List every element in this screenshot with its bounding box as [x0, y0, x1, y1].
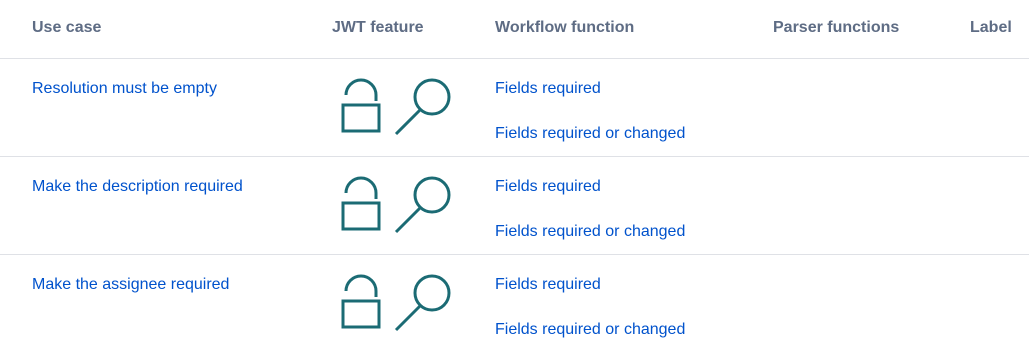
table-row: Make the assignee required Fields requir…: [0, 255, 1029, 352]
use-case-table: Use case JWT feature Workflow function P…: [0, 0, 1029, 352]
search-icon: [394, 78, 451, 136]
workflow-function-link[interactable]: Fields required: [495, 80, 601, 98]
header-use-case: Use case: [32, 19, 102, 36]
header-jwt-feature: JWT feature: [332, 19, 424, 36]
table-header: Use case JWT feature Workflow function P…: [0, 0, 1029, 59]
workflow-function-link[interactable]: Fields required: [495, 178, 601, 196]
jwt-feature-icons: [340, 77, 460, 137]
header-parser-functions: Parser functions: [773, 19, 900, 36]
jwt-feature-icons: [340, 175, 460, 235]
search-icon: [394, 274, 451, 332]
workflow-function-link[interactable]: Fields required: [495, 276, 601, 294]
use-case-link[interactable]: Resolution must be empty: [32, 80, 217, 98]
workflow-function-link[interactable]: Fields required or changed: [495, 321, 685, 339]
unlock-icon: [341, 176, 381, 231]
search-icon: [394, 176, 451, 234]
workflow-function-link[interactable]: Fields required or changed: [495, 125, 685, 143]
use-case-link[interactable]: Make the description required: [32, 178, 243, 196]
jwt-feature-icons: [340, 273, 460, 333]
header-label: Label: [970, 19, 1012, 36]
use-case-link[interactable]: Make the assignee required: [32, 276, 229, 294]
workflow-function-link[interactable]: Fields required or changed: [495, 223, 685, 241]
unlock-icon: [341, 78, 381, 133]
table-row: Make the description required Fields req…: [0, 157, 1029, 255]
header-workflow-function: Workflow function: [495, 19, 635, 36]
table-row: Resolution must be empty Fields required…: [0, 59, 1029, 157]
unlock-icon: [341, 274, 381, 329]
